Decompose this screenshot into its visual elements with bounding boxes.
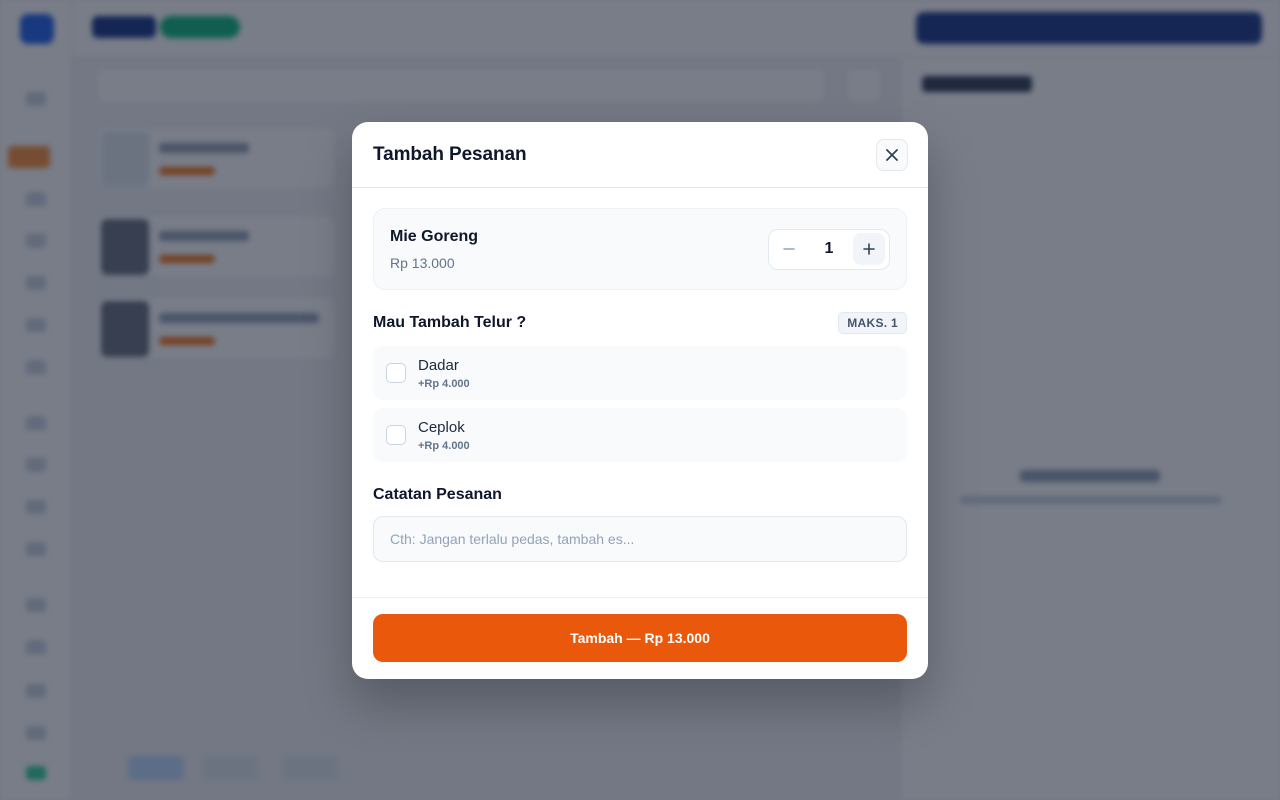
addon-option-name: Ceplok [418, 418, 465, 436]
addon-option-dadar[interactable]: Dadar +Rp 4.000 [373, 346, 907, 400]
product-name: Mie Goreng [390, 227, 479, 245]
order-notes-label: Catatan Pesanan [373, 486, 502, 503]
decrease-quantity-button[interactable] [773, 233, 805, 265]
addon-group-title: Mau Tambah Telur ? [373, 314, 527, 331]
plus-icon [863, 243, 875, 255]
addon-group-header: Mau Tambah Telur ? MAKS. 1 [373, 312, 907, 334]
addon-option-info: Ceplok +Rp 4.000 [418, 419, 470, 452]
close-icon [886, 148, 898, 161]
product-price: Rp 13.000 [390, 254, 455, 271]
quantity-stepper: 1 [768, 228, 890, 270]
addon-option-info: Dadar +Rp 4.000 [418, 357, 470, 390]
dialog-title: Tambah Pesanan [373, 143, 527, 165]
addon-checkbox[interactable] [386, 425, 406, 445]
dialog-footer: Tambah — Rp 13.000 [352, 597, 928, 679]
addon-option-ceplok[interactable]: Ceplok +Rp 4.000 [373, 408, 907, 462]
increase-quantity-button[interactable] [853, 233, 885, 265]
max-selection-badge: MAKS. 1 [838, 312, 907, 334]
dialog-body: Mie Goreng Rp 13.000 1 Mau Tambah Telur [352, 188, 928, 562]
quantity-value: 1 [824, 240, 834, 257]
product-info: Mie Goreng Rp 13.000 [390, 228, 478, 271]
add-order-dialog: Tambah Pesanan Mie Goreng Rp 13.000 1 Ma… [352, 122, 928, 679]
dialog-header: Tambah Pesanan [352, 122, 928, 188]
addon-checkbox[interactable] [386, 363, 406, 383]
order-notes-input[interactable] [373, 516, 907, 562]
addon-option-price: +Rp 4.000 [418, 439, 470, 452]
close-button[interactable] [876, 138, 908, 171]
minus-icon [783, 248, 795, 250]
product-summary: Mie Goreng Rp 13.000 1 [373, 208, 907, 290]
addon-option-name: Dadar [418, 356, 459, 374]
add-to-order-button[interactable]: Tambah — Rp 13.000 [373, 614, 907, 662]
addon-option-price: +Rp 4.000 [418, 377, 470, 390]
